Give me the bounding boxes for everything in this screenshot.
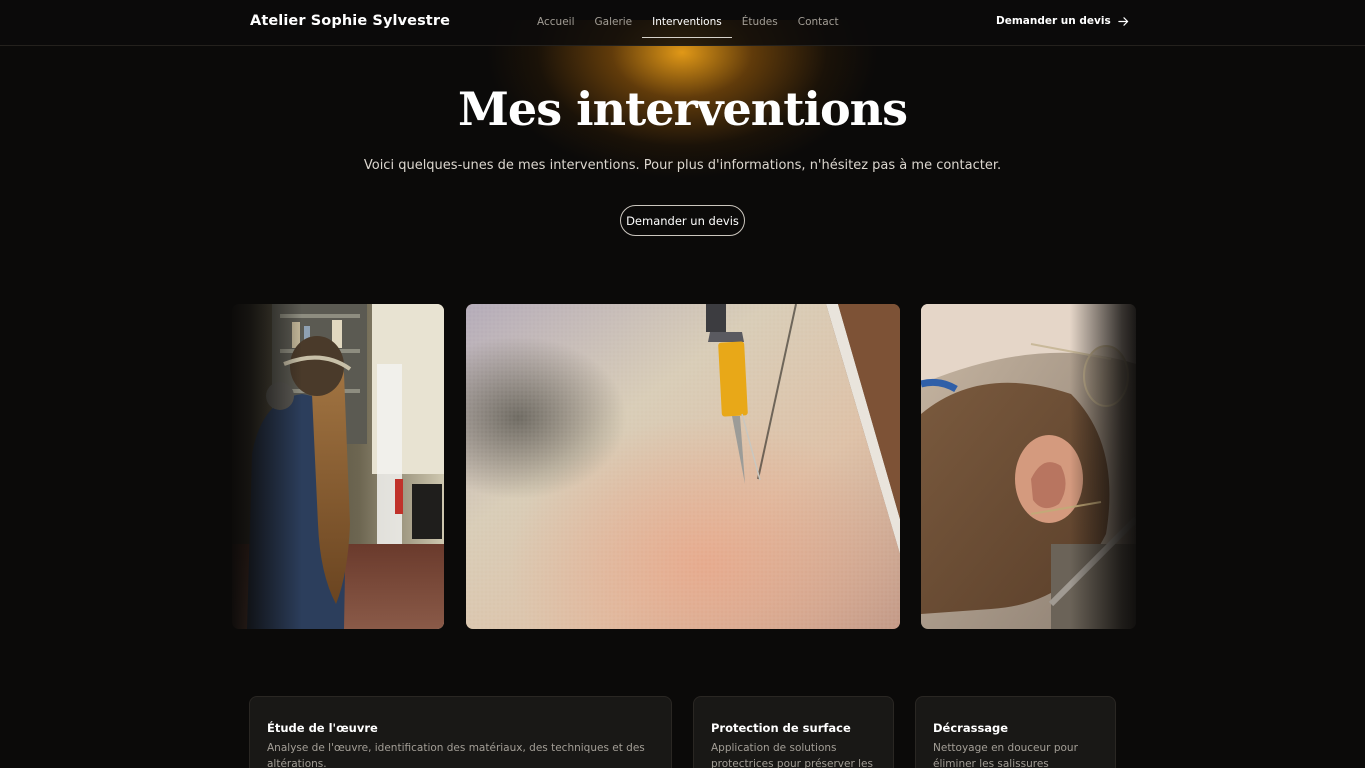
main-nav: Accueil Galerie Interventions Études Con… <box>527 0 849 46</box>
nav-etudes[interactable]: Études <box>732 0 788 46</box>
page-title: Mes interventions <box>458 82 908 136</box>
site-header: Atelier Sophie Sylvestre Accueil Galerie… <box>0 0 1365 46</box>
header-quote-button[interactable]: Demander un devis <box>996 15 1129 27</box>
nav-interventions[interactable]: Interventions <box>642 0 732 46</box>
page: Atelier Sophie Sylvestre Accueil Galerie… <box>0 0 1365 768</box>
brand-logo[interactable]: Atelier Sophie Sylvestre <box>250 13 450 29</box>
hero-quote-button[interactable]: Demander un devis <box>620 205 745 236</box>
service-card-etude: Étude de l'œuvre Analyse de l'œuvre, ide… <box>249 696 672 768</box>
service-card-protection: Protection de surface Application de sol… <box>693 696 894 768</box>
carousel-fade-left <box>222 300 302 635</box>
hero-glow <box>432 20 932 290</box>
carousel-slide-current[interactable] <box>466 304 900 629</box>
header-quote-label: Demander un devis <box>996 15 1111 27</box>
hero-subtitle: Voici quelques-unes de mes interventions… <box>363 158 1002 173</box>
service-description: Analyse de l'œuvre, identification des m… <box>267 742 645 768</box>
service-title: Protection de surface <box>711 721 851 735</box>
nav-contact[interactable]: Contact <box>788 0 849 46</box>
syringe-on-canvas-photo <box>466 304 900 629</box>
carousel-fade-right <box>1070 300 1150 635</box>
nav-accueil[interactable]: Accueil <box>527 0 585 46</box>
nav-galerie[interactable]: Galerie <box>585 0 643 46</box>
service-title: Étude de l'œuvre <box>267 721 378 735</box>
arrow-right-icon <box>1118 16 1128 26</box>
service-description: Application de solutions protectrices po… <box>711 742 873 768</box>
service-card-decrassage: Décrassage Nettoyage en douceur pour éli… <box>915 696 1116 768</box>
service-title: Décrassage <box>933 721 1009 735</box>
service-description: Nettoyage en douceur pour éliminer les s… <box>933 742 1078 768</box>
